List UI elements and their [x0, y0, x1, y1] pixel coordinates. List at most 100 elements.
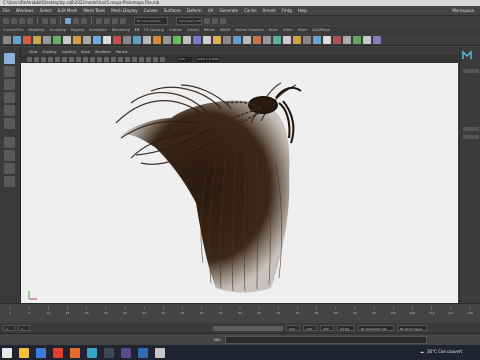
search-icon[interactable]: [2, 347, 12, 358]
render-settings-icon[interactable]: [220, 17, 226, 24]
weather-widget[interactable]: ☁ 30°C Ciel couvert: [420, 349, 462, 354]
shelf-tab[interactable]: Sculpting: [49, 28, 65, 32]
shelf-icon[interactable]: [313, 35, 321, 44]
shelf-icon[interactable]: [223, 35, 231, 44]
shelf-icon[interactable]: [63, 35, 71, 44]
shelf-icon[interactable]: [23, 35, 31, 44]
ambient-occlusion-icon[interactable]: [132, 56, 137, 62]
shelf-icon[interactable]: [363, 35, 371, 44]
shelf-icon[interactable]: [173, 35, 181, 44]
shelf-tab[interactable]: Arnold: [187, 28, 198, 32]
menu-mesh-display[interactable]: Mesh Display: [111, 8, 138, 13]
smooth-shade-icon[interactable]: [104, 56, 109, 62]
playback-start-field[interactable]: 1: [18, 325, 30, 331]
viewport-menu-show[interactable]: Show: [81, 50, 90, 54]
move-tool-icon[interactable]: [4, 92, 15, 103]
shelf-icon[interactable]: [253, 35, 261, 44]
save-scene-icon[interactable]: [27, 17, 33, 24]
viewport-menu-renderer[interactable]: Renderer: [95, 50, 111, 54]
snap-curve-icon[interactable]: [104, 17, 110, 24]
shelf-tab[interactable]: Rendering: [112, 28, 130, 32]
shelf-icon[interactable]: [163, 35, 171, 44]
grid-icon[interactable]: [55, 56, 60, 62]
gate-mask-icon[interactable]: [76, 56, 81, 62]
new-scene-icon[interactable]: [11, 17, 17, 24]
shelf-icon[interactable]: [43, 35, 51, 44]
menu-edit-mesh[interactable]: Edit Mesh: [58, 8, 78, 13]
shelf-tab-active[interactable]: FX: [135, 28, 139, 32]
shelf-icon[interactable]: [3, 35, 11, 44]
viewport-menu-lighting[interactable]: Lighting: [62, 50, 76, 54]
bookmark-icon[interactable]: [41, 56, 46, 62]
anim-layer-dropdown[interactable]: No Anim Layer: [397, 325, 427, 331]
shelf-icon[interactable]: [263, 35, 271, 44]
menu-fmtg[interactable]: Fmtg: [282, 8, 292, 13]
shelf-icon[interactable]: [273, 35, 281, 44]
shelf-tab[interactable]: Bifrost: [204, 28, 215, 32]
layer-tab[interactable]: [463, 135, 479, 139]
maya-icon[interactable]: [87, 347, 97, 358]
shelf-icon[interactable]: [83, 35, 91, 44]
isolate-icon[interactable]: [153, 56, 158, 62]
menu-curves[interactable]: Curves: [144, 8, 158, 13]
four-layout-icon[interactable]: [4, 150, 15, 161]
viewport-menu-view[interactable]: View: [29, 50, 37, 54]
shelf-icon[interactable]: [73, 35, 81, 44]
depth-of-field-icon[interactable]: [146, 56, 151, 62]
select-hierarchy-icon[interactable]: [65, 17, 71, 24]
playback-end-field[interactable]: 120: [286, 325, 300, 331]
ipr-render-icon[interactable]: [212, 17, 218, 24]
menu-surfaces[interactable]: Surfaces: [164, 8, 181, 13]
shelf-icon[interactable]: [183, 35, 191, 44]
viewport-menu-panels[interactable]: Panels: [116, 50, 127, 54]
range-start-field[interactable]: 1: [3, 325, 15, 331]
menu-uv[interactable]: UV: [208, 8, 214, 13]
shelf-icon[interactable]: [343, 35, 351, 44]
menu-deform[interactable]: Deform: [187, 8, 202, 13]
shelf-icon[interactable]: [103, 35, 111, 44]
select-component-icon[interactable]: [81, 17, 87, 24]
command-input[interactable]: [225, 335, 428, 344]
shelf-icon[interactable]: [333, 35, 341, 44]
camera-attr-icon[interactable]: [34, 56, 39, 62]
lights-icon[interactable]: [118, 56, 123, 62]
snap-view-icon[interactable]: [120, 17, 126, 24]
shelf-icon[interactable]: [93, 35, 101, 44]
select-tool-icon[interactable]: [4, 53, 15, 64]
shelf-tab[interactable]: XGen: [269, 28, 278, 32]
shelf-icon[interactable]: [133, 35, 141, 44]
channel-box-tab[interactable]: [463, 69, 479, 73]
fps-dropdown[interactable]: 24 fps: [337, 325, 355, 331]
side-layout-icon[interactable]: [4, 163, 15, 174]
undo-icon[interactable]: [42, 17, 48, 24]
redo-icon[interactable]: [50, 17, 56, 24]
live-surface-field[interactable]: No Live Surface: [134, 16, 168, 25]
shelf-icon[interactable]: [123, 35, 131, 44]
shelf-icon[interactable]: [113, 35, 121, 44]
shelf-tab[interactable]: Modeling: [29, 28, 45, 32]
shelf-icon[interactable]: [323, 35, 331, 44]
anti-aliasing-icon[interactable]: [139, 56, 144, 62]
shelf-icon[interactable]: [283, 35, 291, 44]
snap-point-icon[interactable]: [112, 17, 118, 24]
mel-label[interactable]: MEL: [214, 338, 221, 342]
shelf-icon[interactable]: [233, 35, 241, 44]
range-slider[interactable]: [213, 325, 283, 331]
select-object-icon[interactable]: [73, 17, 79, 24]
shelf-icon[interactable]: [293, 35, 301, 44]
shelf-tab[interactable]: Motion Graphics: [235, 28, 263, 32]
shelf-tab[interactable]: XGen: [298, 28, 307, 32]
outliner-layout-icon[interactable]: [4, 176, 15, 187]
open-scene-icon[interactable]: [19, 17, 25, 24]
safe-action-icon[interactable]: [90, 56, 95, 62]
shelf-icon[interactable]: [243, 35, 251, 44]
animation-end-field[interactable]: 200: [320, 325, 334, 331]
store-icon[interactable]: [36, 347, 46, 358]
shelf-tab[interactable]: GoZ/Maya: [312, 28, 330, 32]
shelf-icon[interactable]: [193, 35, 201, 44]
snap-grid-icon[interactable]: [96, 17, 102, 24]
menu-help[interactable]: Help: [298, 8, 307, 13]
scale-tool-icon[interactable]: [4, 118, 15, 129]
shelf-tab[interactable]: Curves/Sfcs: [3, 28, 24, 32]
menu-generate[interactable]: Generate: [219, 8, 238, 13]
